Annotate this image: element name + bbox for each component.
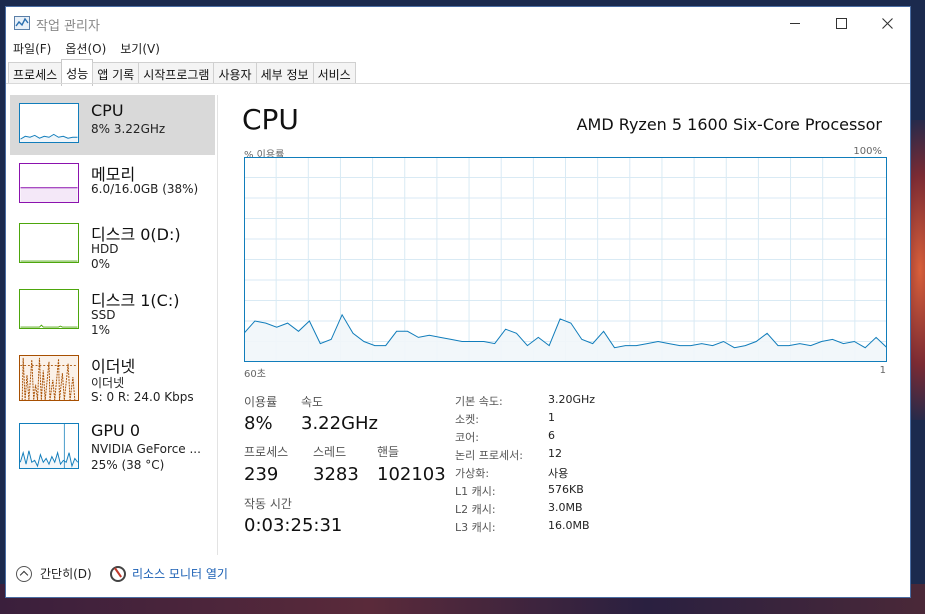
sidebar-sub-memory: 6.0/16.0GB (38%)	[91, 182, 199, 196]
maximize-icon	[835, 17, 847, 29]
tab-performance[interactable]: 성능	[61, 59, 94, 86]
menu-file[interactable]: 파일(F)	[6, 39, 58, 59]
sidebar-sub-disk1-usage: 1%	[91, 323, 111, 337]
virtualization-value: 사용	[548, 467, 569, 480]
tab-app-history[interactable]: 앱 기록	[92, 62, 140, 84]
minimize-button[interactable]	[772, 7, 818, 39]
sidebar-sub-ethernet-rate: S: 0 R: 24.0 Kbps	[91, 390, 194, 404]
open-resource-monitor-link[interactable]: 리소스 모니터 열기	[110, 565, 228, 582]
speed-label: 속도	[301, 395, 324, 409]
l3-cache-label: L3 캐시:	[455, 521, 496, 534]
sidebar-sub-disk0-type: HDD	[91, 242, 119, 256]
sidebar-sub-gpu-name: NVIDIA GeForce ...	[91, 442, 201, 456]
processes-value: 239	[244, 464, 279, 485]
utilization-value: 8%	[244, 413, 273, 434]
x-axis-start-label: 60초	[244, 369, 266, 380]
sidebar-item-gpu[interactable]: GPU 0 NVIDIA GeForce ... 25% (38 °C)	[10, 415, 215, 475]
window-title: 작업 관리자	[36, 19, 100, 34]
cores-value: 6	[548, 429, 555, 442]
disk0-thumbnail-graph	[19, 223, 79, 263]
cores-label: 코어:	[455, 431, 479, 444]
resource-monitor-icon	[110, 565, 126, 582]
sockets-label: 소켓:	[455, 413, 479, 426]
l2-cache-label: L2 캐시:	[455, 503, 496, 516]
sidebar-divider	[217, 95, 218, 555]
sidebar-item-disk1[interactable]: 디스크 1(C:) SSD 1%	[10, 281, 215, 341]
y-axis-max-label: 100%	[853, 146, 882, 157]
logical-processors-label: 논리 프로세서:	[455, 449, 523, 462]
tab-divider	[6, 83, 910, 84]
tab-startup[interactable]: 시작프로그램	[138, 62, 215, 84]
l3-cache-value: 16.0MB	[548, 519, 590, 532]
ethernet-thumbnail-graph	[19, 355, 79, 401]
task-manager-window: 작업 관리자 파일(F) 옵션(O) 보기(V) 프로세스 성능 앱 기록 시작…	[5, 6, 911, 598]
virtualization-label: 가상화:	[455, 467, 490, 480]
l1-cache-label: L1 캐시:	[455, 485, 496, 498]
memory-thumbnail-graph	[19, 163, 79, 203]
l2-cache-value: 3.0MB	[548, 501, 583, 514]
tab-strip: 프로세스 성능 앱 기록 시작프로그램 사용자 세부 정보 서비스	[8, 59, 356, 86]
sidebar-sub-gpu-usage: 25% (38 °C)	[91, 458, 165, 472]
speed-value: 3.22GHz	[301, 413, 379, 434]
minimize-icon	[790, 22, 800, 24]
tab-processes[interactable]: 프로세스	[8, 62, 63, 84]
gpu-thumbnail-graph	[19, 423, 79, 469]
sidebar-sub-cpu: 8% 3.22GHz	[91, 122, 166, 136]
sidebar-title-cpu: CPU	[91, 101, 124, 120]
menu-view[interactable]: 보기(V)	[113, 39, 167, 59]
l1-cache-value: 576KB	[548, 483, 584, 496]
title-bar[interactable]: 작업 관리자	[6, 7, 910, 39]
threads-value: 3283	[313, 464, 359, 485]
chevron-up-icon	[16, 565, 32, 582]
sidebar-item-memory[interactable]: 메모리 6.0/16.0GB (38%)	[10, 155, 215, 215]
uptime-label: 작동 시간	[244, 497, 292, 511]
task-manager-icon	[14, 16, 30, 30]
threads-label: 스레드	[313, 445, 347, 459]
bottom-bar: 간단히(D) 리소스 모니터 열기	[6, 559, 910, 593]
logical-processors-value: 12	[548, 447, 562, 460]
close-button[interactable]	[864, 7, 910, 39]
menu-options[interactable]: 옵션(O)	[58, 39, 113, 59]
handles-value: 102103	[377, 464, 446, 485]
disk1-thumbnail-graph	[19, 289, 79, 329]
menu-bar: 파일(F) 옵션(O) 보기(V)	[6, 39, 167, 59]
uptime-value: 0:03:25:31	[244, 515, 343, 536]
open-resource-monitor-label: 리소스 모니터 열기	[132, 567, 228, 581]
fewer-details-label: 간단히(D)	[40, 567, 92, 581]
sidebar-sub-ethernet-name: 이더넷	[91, 376, 125, 390]
cpu-utilization-graph	[244, 157, 887, 362]
tab-services[interactable]: 서비스	[312, 62, 356, 84]
panel-title: CPU	[242, 103, 299, 136]
base-speed-label: 기본 속도:	[455, 395, 503, 408]
cpu-thumbnail-graph	[19, 103, 79, 143]
tab-users[interactable]: 사용자	[213, 62, 257, 84]
fewer-details-button[interactable]: 간단히(D)	[16, 565, 92, 582]
sidebar-sub-disk1-type: SSD	[91, 308, 116, 322]
utilization-label: 이용률	[244, 395, 278, 409]
sidebar-item-disk0[interactable]: 디스크 0(D:) HDD 0%	[10, 215, 215, 275]
sidebar-item-cpu[interactable]: CPU 8% 3.22GHz	[10, 95, 215, 155]
sidebar-title-gpu: GPU 0	[91, 421, 141, 440]
x-axis-end-label: 1	[879, 365, 886, 376]
maximize-button[interactable]	[818, 7, 864, 39]
cpu-model-name: AMD Ryzen 5 1600 Six-Core Processor	[576, 115, 882, 134]
close-icon	[881, 17, 893, 29]
sidebar-item-ethernet[interactable]: 이더넷 이더넷 S: 0 R: 24.0 Kbps	[10, 347, 215, 407]
handles-label: 핸들	[377, 445, 400, 459]
processes-label: 프로세스	[244, 445, 289, 459]
tab-details[interactable]: 세부 정보	[255, 62, 314, 84]
base-speed-value: 3.20GHz	[548, 393, 596, 406]
sidebar-sub-disk0-usage: 0%	[91, 257, 111, 271]
resource-list: CPU 8% 3.22GHz 메모리 6.0/16.0GB (38%) 디스크 …	[10, 95, 216, 555]
sockets-value: 1	[548, 411, 555, 424]
